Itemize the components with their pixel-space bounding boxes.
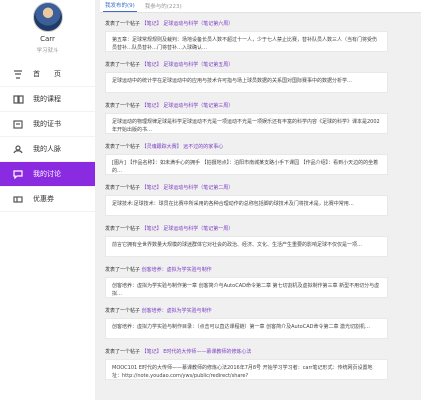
post-title-link[interactable]: 创客培养：虚拟为学实验与制作: [142, 308, 212, 314]
post-header: 发表了一个帖子 创客培养：虚拟为学实验与制作: [105, 307, 421, 315]
post-excerpt[interactable]: [图片] 【作品名称】：如未满手心的拥手 【拍摄地点】：泊阳市南城某支路小手下课…: [105, 154, 388, 175]
people-icon: [12, 144, 24, 154]
post-header: 发表了一个帖子 【笔记】 足球运动与科学（笔记第六周）: [105, 20, 421, 28]
nav-item-certificates[interactable]: 我的证书: [0, 112, 95, 137]
home-icon: [12, 69, 24, 79]
post-excerpt[interactable]: 第五章：足球常规规则及裁判：场地设备长员人数不超过十一人，少于七人禁止比赛，替补…: [105, 31, 388, 52]
nav-label: 我的课程: [33, 95, 61, 103]
post-item: 发表了一个帖子 【笔记】 足球运动与科学（笔记第五周） 足球运动中的统计学在足球…: [105, 61, 421, 93]
tab-my-replies[interactable]: 我参与的(223): [143, 2, 184, 12]
nav-item-home[interactable]: 首 页: [0, 62, 95, 87]
post-title-link[interactable]: 创客培养：虚拟为学实验与制作: [142, 267, 212, 273]
post-excerpt[interactable]: 足球运动中的统计学在足球运动中的应用与技术许可指与场上球员数据的关系国对国际赛事…: [105, 72, 388, 93]
post-header: 发表了一个帖子 【笔记】 足球运动与科学（笔记第一周）: [105, 225, 421, 233]
post-title-link[interactable]: 【笔记】 足球运动与科学（笔记第五周）: [142, 62, 234, 68]
post-header: 发表了一个帖子 【笔记】 足球运动与科学（笔记第三周）: [105, 102, 421, 110]
post-excerpt[interactable]: 创客培养：虚拟为学实验与制作第一章 创客简介与AutoCAD命令第二章 第七切割…: [105, 277, 388, 298]
user-subtitle: 学习就斗: [36, 48, 59, 54]
nav-label: 优惠券: [33, 195, 54, 203]
post-header: 发表了一个帖子 【笔记】 足球运动与科学（笔记第五周）: [105, 61, 421, 69]
post-item: 发表了一个帖子 创客培养：虚拟为学实验与制作 创客培养：虚拟力学实验与制作目录：…: [105, 307, 421, 339]
post-item: 发表了一个帖子 【笔记】 E时代的大传师——慕课教师的修炼心法 MOOC101 …: [105, 348, 421, 380]
post-prefix: 发表了一个帖子: [105, 62, 141, 68]
nav-label: 首 页: [33, 70, 61, 78]
sidebar: Carr 学习就斗 首 页 我的课程 我的证书 我的人脉 我的讨论 优惠券: [0, 0, 95, 400]
post-item: 发表了一个帖子 【笔记】 足球运动与科学（笔记第三周） 足球运动的物理规律足球是…: [105, 102, 421, 134]
avatar[interactable]: [32, 2, 63, 32]
post-excerpt[interactable]: 创客培养：虚拟力学实验与制作目录：（点击可以直达课程链）第一章 创客简介及Aut…: [105, 318, 388, 339]
post-title-link[interactable]: 【笔记】 足球运动与科学（笔记第三周）: [142, 103, 234, 109]
post-item: 发表了一个帖子 创客培养：虚拟为学实验与制作 创客培养：虚拟为学实验与制作第一章…: [105, 266, 421, 298]
post-prefix: 发表了一个帖子: [105, 144, 141, 150]
post-prefix: 发表了一个帖子: [105, 267, 141, 273]
post-excerpt[interactable]: 足球运动的物理规律足球是科学足球运动不光是一项运动不光是一项娱乐还有丰富的科学内…: [105, 113, 388, 134]
post-prefix: 发表了一个帖子: [105, 21, 141, 27]
post-prefix: 发表了一个帖子: [105, 185, 141, 191]
post-prefix: 发表了一个帖子: [105, 103, 141, 109]
nav-item-discussions[interactable]: 我的讨论: [0, 162, 95, 187]
certificate-icon: [12, 119, 24, 129]
post-title-link[interactable]: 【笔记】 E时代的大传师——慕课教师的修炼心法: [142, 349, 252, 355]
nav-item-contacts[interactable]: 我的人脉: [0, 137, 95, 162]
username[interactable]: Carr: [0, 35, 95, 43]
post-excerpt[interactable]: 足球技术:足球技术：球员在比赛中所采用的各种合理动作的总称包括脚的球技术及门将技…: [105, 195, 388, 216]
post-item: 发表了一个帖子 【笔记】 足球运动与科学（笔记第二周） 足球技术:足球技术：球员…: [105, 184, 421, 216]
post-header: 发表了一个帖子 【灵魂跟踪大赛】 远不过的的家事心: [105, 143, 421, 151]
post-title-link[interactable]: 【笔记】 足球运动与科学（笔记第六周）: [142, 21, 234, 27]
coupon-icon: [12, 194, 24, 204]
nav-item-coupons[interactable]: 优惠券: [0, 187, 95, 212]
nav-item-courses[interactable]: 我的课程: [0, 87, 95, 112]
post-header: 发表了一个帖子 创客培养：虚拟为学实验与制作: [105, 266, 421, 274]
post-header: 发表了一个帖子 【笔记】 足球运动与科学（笔记第二周）: [105, 184, 421, 192]
post-title-link[interactable]: 【笔记】 足球运动与科学（笔记第二周）: [142, 185, 234, 191]
nav-label: 我的人脉: [33, 145, 61, 153]
post-title-link[interactable]: 【灵魂跟踪大赛】 远不过的的家事心: [142, 144, 224, 150]
profile-card: Carr 学习就斗: [0, 0, 95, 62]
main-content: 我发布的(9) 我参与的(223) 发表了一个帖子 【笔记】 足球运动与科学（笔…: [100, 0, 421, 400]
post-prefix: 发表了一个帖子: [105, 226, 141, 232]
tab-my-posts[interactable]: 我发布的(9): [103, 1, 137, 12]
nav-label: 我的讨论: [33, 170, 61, 178]
post-excerpt[interactable]: 前言它拥有全世界数量大规模的球迷群体它对社会的政治、经济、文化、生活产生重要的影…: [105, 236, 388, 257]
post-prefix: 发表了一个帖子: [105, 349, 141, 355]
post-feed: 发表了一个帖子 【笔记】 足球运动与科学（笔记第六周） 第五章：足球常规规则及裁…: [100, 13, 421, 380]
post-excerpt[interactable]: MOOC101 E时代的大传师——慕课教师的修炼心法2016年7月8号 开始学习…: [105, 359, 388, 380]
post-item: 发表了一个帖子 【笔记】 足球运动与科学（笔记第六周） 第五章：足球常规规则及裁…: [105, 20, 421, 52]
discussion-tabs: 我发布的(9) 我参与的(223): [100, 0, 421, 13]
post-header: 发表了一个帖子 【笔记】 E时代的大传师——慕课教师的修炼心法: [105, 348, 421, 356]
book-icon: [12, 94, 24, 104]
post-title-link[interactable]: 【笔记】 足球运动与科学（笔记第一周）: [142, 226, 234, 232]
post-prefix: 发表了一个帖子: [105, 308, 141, 314]
chat-icon: [12, 169, 24, 179]
post-item: 发表了一个帖子 【灵魂跟踪大赛】 远不过的的家事心 [图片] 【作品名称】：如未…: [105, 143, 421, 175]
nav-label: 我的证书: [33, 120, 61, 128]
post-item: 发表了一个帖子 【笔记】 足球运动与科学（笔记第一周） 前言它拥有全世界数量大规…: [105, 225, 421, 257]
